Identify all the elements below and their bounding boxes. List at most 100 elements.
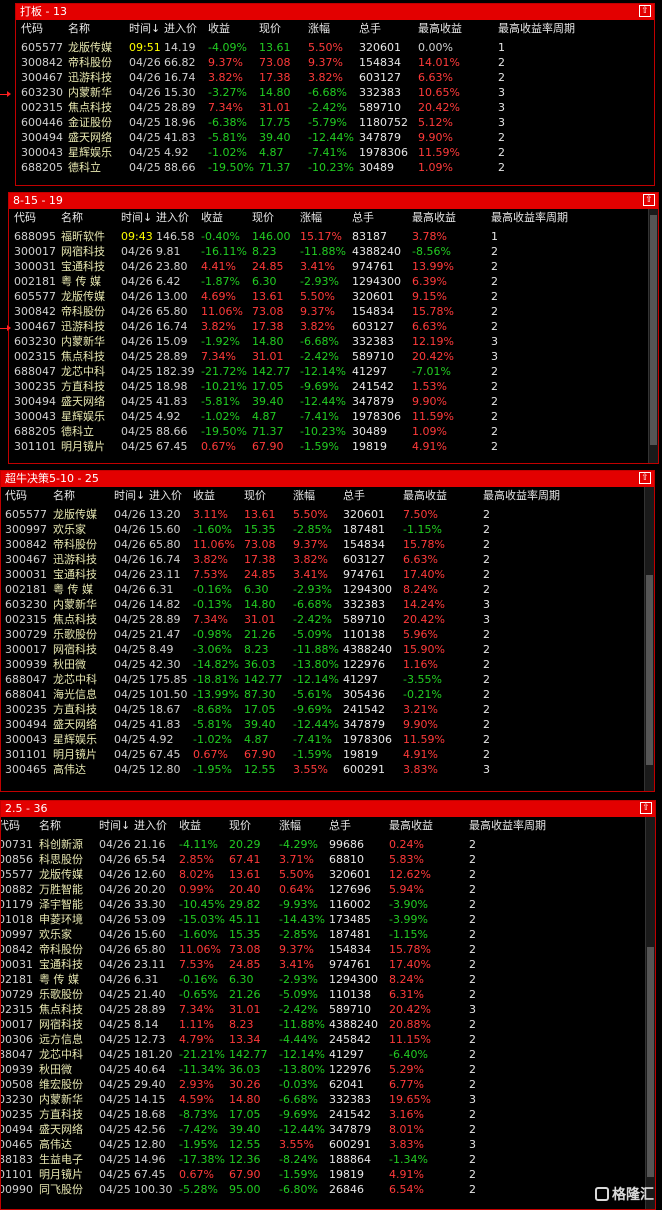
cell-entry: 41.83 (164, 131, 196, 144)
cell-cycle: 2 (491, 245, 498, 258)
collapse-arrow-icon[interactable]: ⇧ (640, 802, 652, 814)
cell-time: 04/26 (99, 883, 131, 896)
column-header-entry[interactable]: 进入价 (164, 20, 197, 38)
column-header-change[interactable]: 涨幅 (308, 20, 330, 38)
column-header-volume[interactable]: 总手 (359, 20, 381, 38)
column-header-name[interactable]: 名称 (68, 20, 90, 38)
cell-entry: 175.85 (149, 673, 188, 686)
vertical-scrollbar[interactable] (648, 209, 658, 463)
column-header-entry[interactable]: 进入价 (149, 487, 182, 505)
cell-change: -5.09% (279, 988, 318, 1001)
panel-title-bar[interactable]: 打板 - 13 ⇧ (16, 4, 654, 20)
column-header-volume[interactable]: 总手 (343, 487, 365, 505)
collapse-arrow-icon[interactable]: ⇧ (639, 472, 651, 484)
cell-cycle: 2 (491, 425, 498, 438)
cell-volume: 245842 (329, 1033, 371, 1046)
cell-cycle: 2 (483, 748, 490, 761)
vertical-scrollbar[interactable] (644, 487, 654, 791)
column-header-volume[interactable]: 总手 (329, 817, 351, 835)
collapse-arrow-icon[interactable]: ⇧ (643, 194, 655, 206)
column-header-gain[interactable]: 收益 (208, 20, 230, 38)
cell-code: 300494 (21, 131, 63, 144)
cell-maxgain: -1.15% (403, 523, 442, 536)
column-header-time[interactable]: 时间↓ (129, 20, 160, 38)
cell-name: 远方信息 (39, 1033, 83, 1046)
cell-gain: -15.03% (179, 913, 225, 926)
column-header-gain[interactable]: 收益 (201, 209, 223, 227)
cell-time: 04/26 (114, 568, 146, 581)
column-header-code[interactable]: 代码 (1, 817, 20, 835)
column-header-change[interactable]: 涨幅 (300, 209, 322, 227)
column-header-name[interactable]: 名称 (61, 209, 83, 227)
cell-cycle: 2 (469, 1063, 476, 1076)
scrollbar-thumb[interactable] (647, 947, 654, 1177)
cell-change: -12.44% (300, 395, 346, 408)
cell-maxgain: 3.83% (403, 763, 438, 776)
column-header-name[interactable]: 名称 (53, 487, 75, 505)
column-header-maxgain[interactable]: 最高收益 (389, 817, 433, 835)
cell-price: 73.08 (244, 538, 276, 551)
column-header-price[interactable]: 现价 (259, 20, 281, 38)
panel-title-bar[interactable]: 超牛决策5-10 - 25 ⇧ (1, 471, 654, 487)
column-header-gain[interactable]: 收益 (193, 487, 215, 505)
column-header-code[interactable]: 代码 (21, 20, 43, 38)
column-header-price[interactable]: 现价 (252, 209, 274, 227)
cell-change: -9.69% (300, 380, 339, 393)
column-header-price[interactable]: 现价 (244, 487, 266, 505)
column-header-volume[interactable]: 总手 (352, 209, 374, 227)
cell-time: 04/25 (99, 1078, 131, 1091)
cell-price: 87.30 (244, 688, 276, 701)
cell-gain: -0.16% (193, 583, 232, 596)
column-header-cycle[interactable]: 最高收益率周期 (498, 20, 575, 38)
column-header-code[interactable]: 代码 (14, 209, 36, 227)
column-header-maxgain[interactable]: 最高收益 (412, 209, 456, 227)
column-header-cycle[interactable]: 最高收益率周期 (483, 487, 560, 505)
cell-code: 300997 (5, 523, 47, 536)
cell-price: 31.01 (229, 1003, 261, 1016)
cell-price: 67.90 (229, 1168, 261, 1181)
cell-price: 13.61 (259, 41, 291, 54)
cell-volume: 26846 (329, 1183, 364, 1196)
cell-time: 04/25 (114, 688, 146, 701)
cell-code: 603230 (5, 598, 47, 611)
scrollbar-thumb[interactable] (650, 215, 657, 445)
cell-cycle: 2 (469, 853, 476, 866)
cell-price: 12.55 (229, 1138, 261, 1151)
column-header-entry[interactable]: 进入价 (134, 817, 167, 835)
column-header-change[interactable]: 涨幅 (279, 817, 301, 835)
cell-cycle: 2 (483, 688, 490, 701)
column-header-name[interactable]: 名称 (39, 817, 61, 835)
cell-gain: -11.34% (179, 1063, 225, 1076)
column-header-cycle[interactable]: 最高收益率周期 (469, 817, 546, 835)
cell-time: 04/25 (99, 1093, 131, 1106)
cell-entry: 88.66 (164, 161, 196, 174)
column-header-entry[interactable]: 进入价 (156, 209, 189, 227)
cell-change: -1.59% (293, 748, 332, 761)
cell-time: 04/26 (121, 335, 153, 348)
column-header-change[interactable]: 涨幅 (293, 487, 315, 505)
cell-change: -1.59% (279, 1168, 318, 1181)
column-header-time[interactable]: 时间↓ (121, 209, 152, 227)
cell-change: -2.93% (293, 583, 332, 596)
column-header-code[interactable]: 代码 (5, 487, 27, 505)
column-header-time[interactable]: 时间↓ (114, 487, 145, 505)
cell-code: 00508 (0, 1078, 33, 1091)
column-header-cycle[interactable]: 最高收益率周期 (491, 209, 568, 227)
collapse-arrow-icon[interactable]: ⇧ (639, 5, 651, 17)
cell-time: 04/26 (114, 583, 146, 596)
cell-price: 6.30 (229, 973, 254, 986)
panel-title-bar[interactable]: 2.5 - 36 ⇧ (1, 801, 655, 817)
cell-maxgain: 0.00% (418, 41, 453, 54)
column-header-time[interactable]: 时间↓ (99, 817, 130, 835)
column-header-price[interactable]: 现价 (229, 817, 251, 835)
cell-price: 39.40 (229, 1123, 261, 1136)
panel-title-bar[interactable]: 8-15 - 19 ⇧ (9, 193, 658, 209)
vertical-scrollbar[interactable] (645, 817, 655, 1209)
panel-daban: 打板 - 13 ⇧ 代码 名称 时间↓ 进入价 收益 现价 涨幅 总手 最高收益 最高收益率周期 … (15, 3, 655, 186)
scrollbar-thumb[interactable] (646, 575, 653, 765)
column-header-gain[interactable]: 收益 (179, 817, 201, 835)
column-header-maxgain[interactable]: 最高收益 (418, 20, 462, 38)
cell-volume: 1978306 (352, 410, 401, 423)
cell-volume: 347879 (359, 131, 401, 144)
column-header-maxgain[interactable]: 最高收益 (403, 487, 447, 505)
